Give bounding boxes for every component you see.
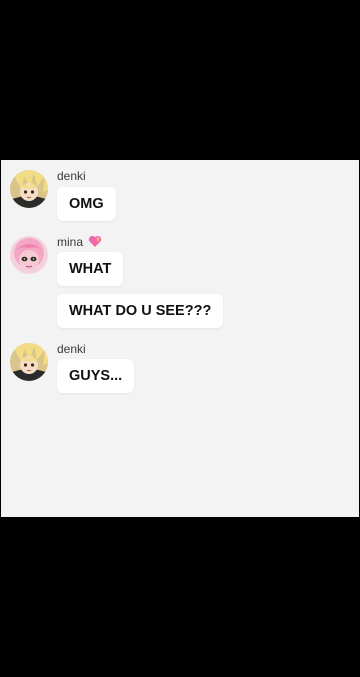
avatar-denki[interactable] (10, 343, 48, 381)
message-bubble: OMG (57, 187, 116, 221)
chat-panel: denki OMG mina WHAT WHAT DO U SEE??? den… (1, 160, 359, 517)
screen: denki OMG mina WHAT WHAT DO U SEE??? den… (0, 0, 360, 677)
sender-name-mina: mina (57, 235, 102, 251)
message-bubble: WHAT (57, 252, 124, 286)
sender-name-denki: denki (57, 342, 86, 356)
message-bubble: WHAT DO U SEE??? (57, 294, 224, 328)
sender-name-text: mina (57, 235, 84, 249)
avatar-mina[interactable] (10, 236, 48, 274)
sender-name-denki: denki (57, 169, 86, 183)
avatar-denki[interactable] (10, 170, 48, 208)
heart-emoji-icon (88, 235, 102, 251)
message-bubble: GUYS... (57, 359, 135, 393)
